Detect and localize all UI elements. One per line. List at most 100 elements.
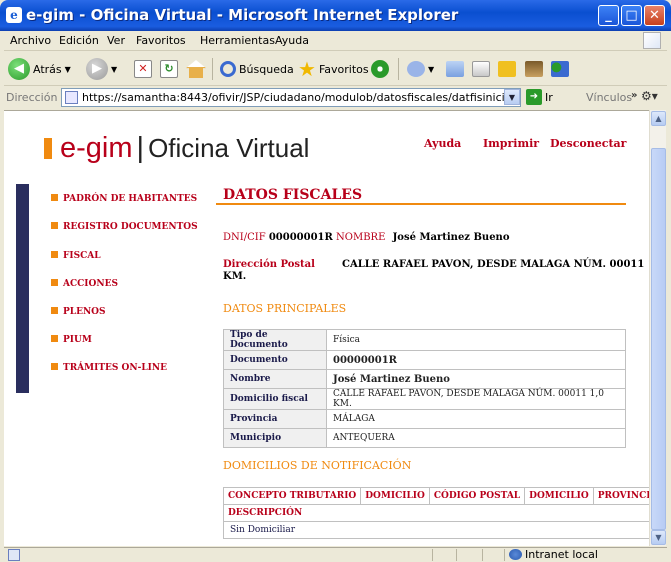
sidebar-item-label: PIUM [63, 335, 92, 345]
links-chevron-icon[interactable]: » [631, 90, 637, 101]
bullet-icon [51, 363, 58, 370]
field-label: Tipo de Documento [223, 329, 327, 351]
address-label: Dirección [6, 91, 58, 104]
sidebar-item-pium[interactable]: PIUM [51, 335, 92, 345]
window-title-bar: e e-gim - Oficina Virtual - Microsoft In… [0, 0, 671, 31]
column-header: CONCEPTO TRIBUTARIO [222, 487, 362, 505]
menu-archivo[interactable]: Archivo [10, 34, 51, 47]
field-label: Municipio [223, 428, 327, 448]
menu-ayuda[interactable]: Ayuda [275, 34, 309, 47]
go-label: Ir [545, 90, 553, 104]
scroll-down-icon[interactable]: ▼ [651, 530, 666, 545]
refresh-icon: ↻ [160, 60, 178, 78]
sidebar-item-plenos[interactable]: PLENOS [51, 307, 106, 317]
edit-button[interactable] [498, 56, 516, 82]
dni-field: DNI/CIF 00000001R NOMBRE José Martinez B… [223, 232, 510, 243]
star-icon: ★ [298, 57, 316, 81]
stop-icon: ✕ [134, 60, 152, 78]
sidebar-item-acciones[interactable]: ACCIONES [51, 279, 118, 289]
mail-button[interactable] [446, 56, 464, 82]
column-header: DOMICILIO [360, 487, 430, 505]
menu-ver[interactable]: Ver [107, 34, 125, 47]
history-icon [407, 61, 425, 77]
refresh-button[interactable]: ↻ [160, 56, 178, 82]
table-row: Municipio ANTEQUERA [223, 428, 626, 448]
table-subheader-row: DESCRIPCIÓN [222, 504, 649, 522]
logo-mark [44, 138, 52, 159]
logo-app-name: Oficina Virtual [148, 133, 310, 163]
maximize-button[interactable]: □ [621, 5, 642, 26]
print-icon [472, 61, 490, 77]
separator [398, 56, 399, 82]
field-value: José Martinez Bueno [326, 369, 626, 389]
back-dropdown-icon[interactable]: ▼ [65, 65, 71, 74]
vertical-scrollbar[interactable]: ▲ ▼ [649, 110, 666, 546]
logo-brand: e-gim [60, 132, 133, 164]
help-link[interactable]: Ayuda [424, 137, 461, 150]
field-value: CALLE RAFAEL PAVON, DESDE MALAGA NÚM. 00… [326, 388, 626, 410]
forward-dropdown-icon[interactable]: ▼ [111, 65, 117, 74]
media-button[interactable] [371, 56, 389, 82]
logout-link[interactable]: Desconectar [550, 137, 626, 150]
research-button[interactable] [525, 56, 543, 82]
field-label: Documento [223, 350, 327, 370]
menu-herramientas[interactable]: Herramientas [200, 34, 275, 47]
table-row: Sin Domiciliar [222, 521, 649, 539]
bullet-icon [51, 222, 58, 229]
print-link[interactable]: Imprimir [483, 137, 539, 150]
field-label: Nombre [223, 369, 327, 389]
table-row: Documento 00000001R [223, 350, 626, 370]
mail-icon [446, 61, 464, 77]
close-button[interactable]: ✕ [644, 5, 665, 26]
go-arrow-icon: ➜ [526, 89, 542, 105]
scroll-thumb[interactable] [651, 148, 666, 530]
history-dropdown-icon[interactable]: ▼ [428, 65, 434, 74]
go-button[interactable]: ➜ Ir [526, 89, 553, 105]
folder-icon [498, 61, 516, 77]
forward-button[interactable]: ▶ ▼ [86, 56, 117, 82]
sidebar-item-registro[interactable]: REGISTRO DOCUMENTOS [51, 222, 198, 232]
favorites-button[interactable]: ★ Favoritos [298, 56, 369, 82]
minimize-button[interactable]: _ [598, 5, 619, 26]
toolbar: ◀ Atrás ▼ ▶ ▼ ✕ ↻ Búsqueda ★ Favoritos ▼ [4, 52, 667, 86]
status-divider [504, 549, 505, 561]
search-button[interactable]: Búsqueda [220, 56, 294, 82]
sidebar-item-label: PADRÓN DE HABITANTES [63, 194, 198, 204]
sidebar-item-tramites[interactable]: TRÁMITES ON-LINE [51, 363, 167, 373]
history-button[interactable]: ▼ [407, 56, 434, 82]
search-label: Búsqueda [239, 62, 294, 76]
column-header: PROVINCIA [592, 487, 649, 505]
direccion-label: Dirección Postal [223, 259, 315, 270]
egim-logo: e-gim | Oficina Virtual [44, 132, 309, 165]
page-content: e-gim | Oficina Virtual Ayuda Imprimir Des… [4, 110, 649, 546]
print-button[interactable] [472, 56, 490, 82]
scroll-up-icon[interactable]: ▲ [651, 111, 666, 126]
status-divider [456, 549, 457, 561]
stop-button[interactable]: ✕ [134, 56, 152, 82]
address-dropdown-icon[interactable]: ▼ [504, 89, 520, 105]
status-divider [432, 549, 433, 561]
status-divider [482, 549, 483, 561]
ie-page-icon: e [6, 7, 22, 23]
home-button[interactable] [186, 56, 206, 82]
messenger-button[interactable] [551, 56, 569, 82]
bullet-icon [51, 251, 58, 258]
links-label[interactable]: Vínculos [586, 91, 632, 104]
extensions-icon[interactable]: ⚙▾ [641, 89, 658, 103]
menu-bar: Archivo Edición Ver Favoritos Herramient… [4, 31, 667, 51]
security-zone: Intranet local [509, 548, 598, 561]
sidebar-item-padron[interactable]: PADRÓN DE HABITANTES [51, 194, 197, 204]
datos-principales-heading: DATOS PRINCIPALES [223, 302, 347, 315]
back-label: Atrás [33, 62, 62, 76]
direccion-value-cont: KM. [223, 271, 247, 282]
table-row: Provincia MÁLAGA [223, 409, 626, 429]
bullet-icon [51, 335, 58, 342]
sidebar-item-fiscal[interactable]: FISCAL [51, 251, 101, 261]
address-input[interactable]: https://samantha:8443/ofivir/JSP/ciudada… [61, 88, 521, 107]
field-label: Provincia [223, 409, 327, 429]
back-button[interactable]: ◀ Atrás ▼ [8, 56, 71, 82]
nombre-label: NOMBRE [336, 232, 386, 243]
menu-favoritos[interactable]: Favoritos [136, 34, 186, 47]
menu-edicion[interactable]: Edición [59, 34, 99, 47]
bullet-icon [51, 194, 58, 201]
